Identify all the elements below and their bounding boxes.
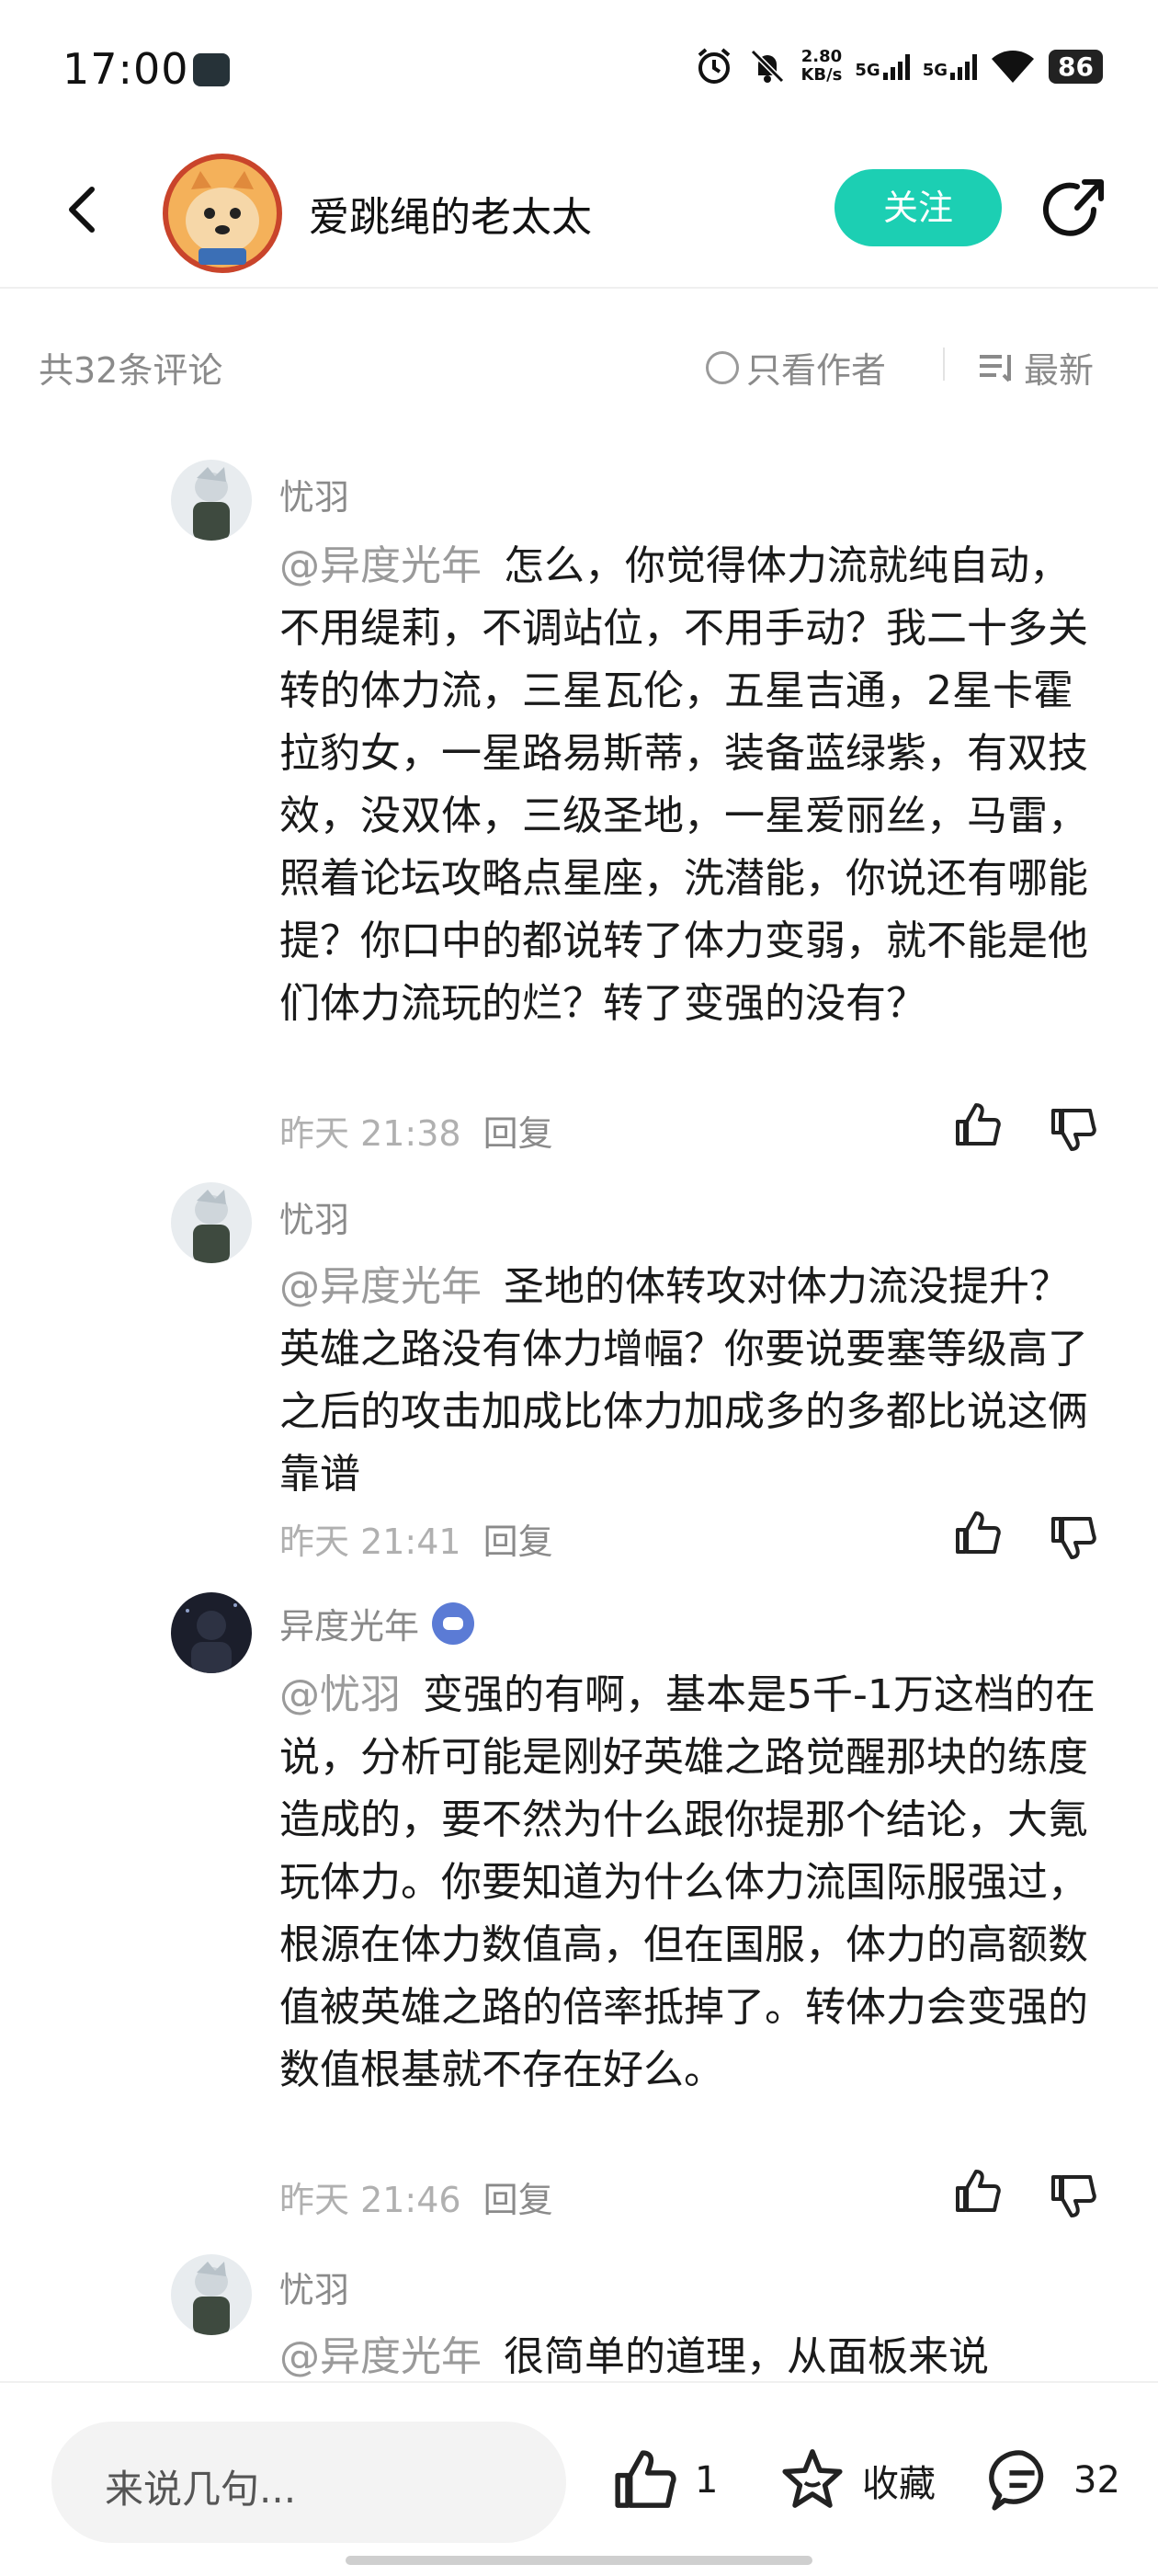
only-author-toggle[interactable]: 只看作者 xyxy=(706,342,886,393)
username-text[interactable]: 忧羽 xyxy=(279,1191,349,1242)
comment-meta: 昨天 21:41 回复 xyxy=(279,1513,553,1564)
comments-count: 32 xyxy=(1073,2459,1120,2502)
top-header: 爱跳绳的老太太 关注 xyxy=(0,138,1158,289)
comment-username[interactable]: 忧羽 xyxy=(279,469,349,519)
thumbs-down-icon[interactable] xyxy=(1048,2170,1099,2221)
mention-link[interactable]: @忧羽 xyxy=(279,1671,401,1718)
comment-username[interactable]: 忧羽 xyxy=(279,2262,349,2312)
thumbs-down-icon[interactable] xyxy=(1048,1103,1099,1155)
comment-meta: 昨天 21:38 回复 xyxy=(279,1105,553,1156)
bottom-action-bar: 来说几句... 1 收藏 32 xyxy=(0,2381,1158,2576)
mention-link[interactable]: @异度光年 xyxy=(279,1263,482,1310)
comment-username[interactable]: 忧羽 xyxy=(279,1191,349,1242)
radio-icon xyxy=(706,350,739,384)
favorite-label: 收藏 xyxy=(862,2463,936,2505)
comments-button[interactable]: 32 xyxy=(985,2445,1120,2515)
thumbs-up-icon[interactable] xyxy=(952,2166,1004,2217)
sort-toggle[interactable]: 最新 xyxy=(978,342,1094,393)
mute-bell-icon xyxy=(751,49,785,84)
comment-body: 变强的有啊，基本是5千-1万这档的在说，分析可能是刚好英雄之路觉醒那块的练度造成… xyxy=(279,1671,1096,2093)
share-icon[interactable] xyxy=(1037,173,1110,246)
thumbs-up-icon[interactable] xyxy=(952,1508,1004,1559)
divider xyxy=(943,348,945,381)
thumbs-down-icon[interactable] xyxy=(1048,1511,1099,1563)
comment-username[interactable]: 异度光年 xyxy=(279,1598,475,1648)
reply-button[interactable]: 回复 xyxy=(483,1513,553,1564)
comment-body: 怎么，你觉得体力流就纯自动，不用缇莉，不调站位，不用手动？我二十多关转的体力流，… xyxy=(279,542,1088,1027)
comment-time: 昨天 21:46 xyxy=(279,2180,461,2220)
status-time: 17:00 xyxy=(62,44,189,94)
mention-link[interactable]: @异度光年 xyxy=(279,542,482,589)
reply-button[interactable]: 回复 xyxy=(483,1105,553,1156)
username-text[interactable]: 忧羽 xyxy=(279,469,349,519)
network-label-2: 5G xyxy=(922,61,948,80)
network-label-1: 5G xyxy=(855,61,880,80)
comment-time: 昨天 21:41 xyxy=(279,1522,461,1562)
comment-text: @异度光年 圣地的体转攻对体力流没提升？英雄之路没有体力增幅？你要说要塞等级高了之… xyxy=(279,1256,1107,1506)
username-text[interactable]: 忧羽 xyxy=(279,2262,349,2312)
gamepad-badge-icon xyxy=(432,1601,475,1645)
user-avatar[interactable] xyxy=(171,2254,252,2335)
star-icon xyxy=(782,2449,843,2508)
sort-icon xyxy=(980,354,1011,382)
mention-link[interactable]: @异度光年 xyxy=(279,2333,482,2380)
signal-bars-icon xyxy=(882,52,910,80)
speed-unit: KB/s xyxy=(800,65,843,85)
app-notification-icon xyxy=(193,53,230,86)
comment-text: @异度光年 很简单的道理，从面板来说 xyxy=(279,2326,1107,2388)
like-count: 1 xyxy=(695,2459,719,2502)
comment-count: 共32条评论 xyxy=(39,350,223,391)
network-speed: 2.80 KB/s xyxy=(800,48,842,85)
alarm-icon xyxy=(698,48,731,84)
wifi-icon xyxy=(992,51,1035,83)
thumbs-up-icon[interactable] xyxy=(952,1100,1004,1151)
comment-input[interactable]: 来说几句... xyxy=(51,2422,566,2543)
like-button[interactable]: 1 xyxy=(610,2445,718,2515)
follow-button[interactable]: 关注 xyxy=(834,169,1002,246)
thumbs-up-icon xyxy=(615,2450,676,2508)
signal-bars-icon xyxy=(950,52,978,80)
comment-filter-bar: 共32条评论 只看作者 最新 xyxy=(0,331,1158,397)
favorite-button[interactable]: 收藏 xyxy=(778,2445,936,2515)
comment-text: @忧羽 变强的有啊，基本是5千-1万这档的在说，分析可能是刚好英雄之路觉醒那块的练… xyxy=(279,1664,1107,2102)
author-name[interactable]: 爱跳绳的老太太 xyxy=(309,184,592,243)
user-avatar[interactable] xyxy=(171,1182,252,1263)
comment-input-placeholder: 来说几句... xyxy=(105,2467,297,2512)
signal-5g-1: 5G xyxy=(855,52,910,80)
reply-button[interactable]: 回复 xyxy=(483,2171,553,2222)
user-avatar[interactable] xyxy=(171,460,252,541)
comment-text: @异度光年 怎么，你觉得体力流就纯自动，不用缇莉，不调站位，不用手动？我二十多关转… xyxy=(279,535,1107,1035)
comment-bubble-icon xyxy=(989,2450,1044,2511)
sort-label: 最新 xyxy=(1024,350,1095,391)
speed-value: 2.80 xyxy=(800,47,843,66)
comment-meta: 昨天 21:46 回复 xyxy=(279,2171,553,2222)
user-avatar[interactable] xyxy=(171,1592,252,1673)
comment-time: 昨天 21:38 xyxy=(279,1113,461,1154)
status-bar: 17:00 2.80 KB/s 5G 5G 86 xyxy=(0,0,1158,138)
status-indicators: 2.80 KB/s 5G 5G 86 xyxy=(694,46,1103,86)
home-indicator[interactable] xyxy=(346,2556,812,2565)
username-text[interactable]: 异度光年 xyxy=(279,1598,419,1648)
only-author-label: 只看作者 xyxy=(746,350,887,391)
signal-5g-2: 5G xyxy=(922,52,978,80)
author-avatar[interactable] xyxy=(158,147,287,276)
battery-indicator: 86 xyxy=(1049,49,1103,84)
back-arrow-icon[interactable] xyxy=(55,182,110,237)
comment-body: 很简单的道理，从面板来说 xyxy=(504,2333,989,2380)
